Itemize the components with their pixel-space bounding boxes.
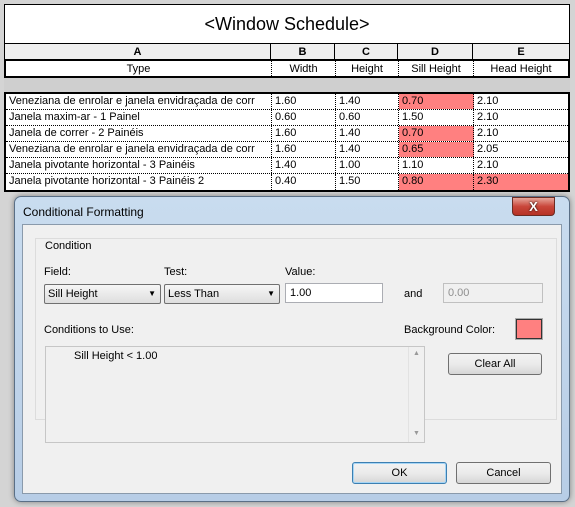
- cell-width[interactable]: 0.60: [272, 110, 336, 125]
- and-label: and: [404, 288, 423, 300]
- table-row[interactable]: Janela de correr - 2 Painéis 1.60 1.40 0…: [6, 126, 568, 142]
- table-row[interactable]: Janela pivotante horizontal - 3 Painéis …: [6, 174, 568, 190]
- table-row[interactable]: Janela pivotante horizontal - 3 Painéis …: [6, 158, 568, 174]
- scrollbar[interactable]: ▲ ▼: [408, 347, 424, 442]
- cell-sill-height[interactable]: 1.10: [399, 158, 474, 173]
- test-label: Test:: [164, 266, 188, 278]
- column-letter[interactable]: D: [398, 44, 473, 59]
- background-color-swatch[interactable]: [515, 318, 543, 340]
- conditions-label: Conditions to Use:: [44, 324, 134, 336]
- column-letter[interactable]: E: [473, 44, 569, 59]
- cell-sill-height[interactable]: 0.65: [399, 142, 474, 157]
- chevron-down-icon: ▼: [267, 289, 275, 298]
- and-value-input[interactable]: 0.00: [443, 283, 543, 303]
- column-header[interactable]: Width: [272, 61, 336, 76]
- cell-sill-height[interactable]: 0.70: [399, 126, 474, 141]
- test-select[interactable]: Less Than ▼: [164, 284, 280, 304]
- cancel-button[interactable]: Cancel: [456, 462, 551, 484]
- cell-type[interactable]: Janela maxim-ar - 1 Painel: [6, 110, 272, 125]
- value-label: Value:: [285, 266, 316, 278]
- condition-group-label: Condition: [43, 240, 94, 252]
- table-row[interactable]: Veneziana de enrolar e janela envidraçad…: [6, 142, 568, 158]
- dialog-title: Conditional Formatting: [23, 205, 144, 219]
- cell-height[interactable]: 0.60: [336, 110, 399, 125]
- cell-type[interactable]: Janela de correr - 2 Painéis: [6, 126, 272, 141]
- column-header[interactable]: Type: [6, 61, 272, 76]
- chevron-down-icon: ▼: [148, 289, 156, 298]
- column-header[interactable]: Head Height: [474, 61, 568, 76]
- cell-head-height[interactable]: 2.30: [474, 174, 568, 190]
- field-select[interactable]: Sill Height ▼: [44, 284, 161, 304]
- clear-all-button[interactable]: Clear All: [448, 353, 542, 375]
- dialog-client: Condition Field: Sill Height ▼ Test: Les…: [22, 224, 562, 494]
- condition-item[interactable]: Sill Height < 1.00: [74, 350, 157, 362]
- column-header[interactable]: Height: [336, 61, 399, 76]
- cell-height[interactable]: 1.40: [336, 142, 399, 157]
- cell-head-height[interactable]: 2.10: [474, 158, 568, 173]
- table-row[interactable]: Janela maxim-ar - 1 Painel 0.60 0.60 1.5…: [6, 110, 568, 126]
- header-separator: [4, 78, 570, 92]
- cell-type[interactable]: Janela pivotante horizontal - 3 Painéis …: [6, 174, 272, 190]
- column-letter[interactable]: C: [335, 44, 398, 59]
- conditional-formatting-dialog: Conditional Formatting X Condition Field…: [14, 196, 570, 502]
- background-color-label: Background Color:: [404, 324, 496, 336]
- cell-head-height[interactable]: 2.10: [474, 126, 568, 141]
- cell-width[interactable]: 1.60: [272, 142, 336, 157]
- scroll-up-icon[interactable]: ▲: [413, 350, 420, 357]
- cell-height[interactable]: 1.40: [336, 94, 399, 109]
- cell-width[interactable]: 1.60: [272, 94, 336, 109]
- test-select-value: Less Than: [168, 288, 220, 300]
- cell-type[interactable]: Veneziana de enrolar e janela envidraçad…: [6, 94, 272, 109]
- scroll-down-icon[interactable]: ▼: [413, 430, 420, 437]
- cell-sill-height[interactable]: 0.70: [399, 94, 474, 109]
- ok-button[interactable]: OK: [352, 462, 447, 484]
- close-icon: X: [529, 199, 538, 214]
- column-letters-row: A B C D E: [4, 44, 570, 60]
- cell-sill-height[interactable]: 1.50: [399, 110, 474, 125]
- cell-width[interactable]: 0.40: [272, 174, 336, 190]
- close-button[interactable]: X: [512, 197, 555, 216]
- cell-type[interactable]: Janela pivotante horizontal - 3 Painéis: [6, 158, 272, 173]
- cell-type[interactable]: Veneziana de enrolar e janela envidraçad…: [6, 142, 272, 157]
- cell-width[interactable]: 1.40: [272, 158, 336, 173]
- schedule-title: <Window Schedule>: [4, 4, 570, 44]
- cell-head-height[interactable]: 2.10: [474, 94, 568, 109]
- field-label: Field:: [44, 266, 71, 278]
- schedule-body: Veneziana de enrolar e janela envidraçad…: [4, 92, 570, 192]
- conditions-list[interactable]: Sill Height < 1.00 ▲ ▼: [45, 346, 425, 443]
- column-letter[interactable]: B: [271, 44, 335, 59]
- column-header[interactable]: Sill Height: [399, 61, 474, 76]
- cell-head-height[interactable]: 2.05: [474, 142, 568, 157]
- table-row[interactable]: Veneziana de enrolar e janela envidraçad…: [6, 94, 568, 110]
- cell-head-height[interactable]: 2.10: [474, 110, 568, 125]
- cell-sill-height[interactable]: 0.80: [399, 174, 474, 190]
- value-input[interactable]: 1.00: [285, 283, 383, 303]
- field-select-value: Sill Height: [48, 288, 98, 300]
- cell-width[interactable]: 1.60: [272, 126, 336, 141]
- cell-height[interactable]: 1.40: [336, 126, 399, 141]
- cell-height[interactable]: 1.00: [336, 158, 399, 173]
- column-letter[interactable]: A: [5, 44, 271, 59]
- cell-height[interactable]: 1.50: [336, 174, 399, 190]
- column-names-row: Type Width Height Sill Height Head Heigh…: [4, 60, 570, 78]
